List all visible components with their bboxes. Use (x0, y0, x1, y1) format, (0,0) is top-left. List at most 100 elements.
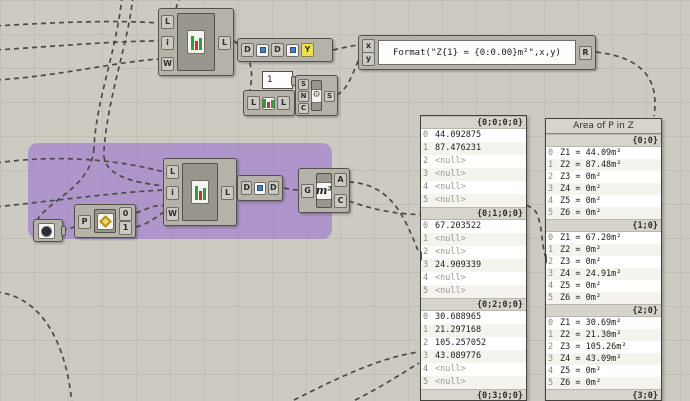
wire[interactable] (135, 204, 165, 214)
domain-component-group[interactable]: D D (237, 175, 283, 201)
panel-row: 2 Z3 = 0m² (546, 256, 661, 268)
area-component[interactable]: G m² A C (298, 168, 350, 213)
panel-body: {0;0;0;0} 0 44.092875 1 87.476231 2 <null> 3 <nu… (421, 116, 526, 400)
panel-row: 5 <null> (421, 376, 526, 389)
output-1[interactable]: 1 (119, 221, 132, 235)
list-item-component-top[interactable]: L i W L (158, 8, 234, 76)
panel-row: 4 <null> (421, 181, 526, 194)
panel-row: 3 <null> (421, 168, 526, 181)
wire[interactable] (0, 58, 160, 81)
y-flag[interactable]: Y (301, 43, 314, 57)
input-y[interactable]: y (362, 52, 375, 66)
wire[interactable] (135, 211, 165, 228)
panel-row: 2 <null> (421, 155, 526, 168)
panel-row: 0 67.203522 (421, 220, 526, 233)
number-panel[interactable]: 1 (262, 71, 296, 89)
format-component[interactable]: x y Format("Z{1} = {0:0.00}m²",x,y) R (358, 35, 596, 70)
wire[interactable] (595, 51, 656, 117)
panel-row: 3 24.909339 (421, 259, 526, 272)
area-icon: m² (316, 173, 332, 208)
wire[interactable] (0, 157, 165, 173)
data-panel-raw-values[interactable]: {0;0;0;0} 0 44.092875 1 87.476231 2 <null> 3 <nu… (420, 115, 527, 401)
data-panel-area-of-p-in-z[interactable]: Area of P in Z {0;0} 0 Z1 = 44.09m² 1 Z2 = 8… (545, 118, 662, 401)
input-l[interactable]: L (247, 96, 260, 110)
input-w[interactable]: W (166, 207, 179, 221)
panel-row: 3 Z4 = 24.91m² (546, 268, 661, 280)
wire[interactable] (336, 58, 360, 96)
input-d[interactable]: D (241, 181, 253, 195)
output-c[interactable]: C (334, 194, 347, 208)
panel-row: 3 Z4 = 0m² (546, 183, 661, 195)
list-item-component-group[interactable]: L i W L (163, 158, 237, 226)
output-s[interactable]: S (324, 91, 335, 102)
input-w[interactable]: W (161, 57, 174, 71)
input-s[interactable]: S (298, 79, 309, 90)
format-expression[interactable]: Format("Z{1} = {0:0.00}m²",x,y) (378, 40, 576, 65)
number-value: 1 (267, 75, 273, 85)
panel-input-nub[interactable] (546, 254, 547, 264)
diamond-icon (94, 209, 116, 233)
output-nub[interactable] (61, 226, 66, 236)
output-l[interactable]: L (218, 36, 231, 50)
panel-title: Area of P in Z (546, 119, 661, 134)
domain-icon (254, 181, 266, 195)
panel-row: 2 Z3 = 105.26m² (546, 341, 661, 353)
dispatch-component[interactable]: P 0 1 (74, 204, 136, 238)
panel-row: 2 105.257052 (421, 337, 526, 350)
panel-row: 1 Z2 = 87.48m² (546, 159, 661, 171)
panel-input-nub[interactable] (421, 251, 422, 261)
input-g[interactable]: G (301, 184, 314, 198)
wire[interactable] (0, 40, 160, 51)
output-0[interactable]: 0 (119, 207, 132, 221)
panel-row: 4 <null> (421, 272, 526, 285)
input-c[interactable]: C (298, 103, 309, 114)
output-l[interactable]: L (277, 96, 290, 110)
panel-row: 4 Z5 = 0m² (546, 195, 661, 207)
sorter-icon: ⚙ (311, 80, 322, 111)
panel-row: 0 30.688965 (421, 311, 526, 324)
input-n[interactable]: N (298, 91, 309, 102)
input-d[interactable]: D (241, 43, 254, 57)
geometry-param-component[interactable] (33, 219, 66, 242)
panel-row: 1 Z2 = 0m² (546, 244, 661, 256)
data-path-band: {0;0;0;0} (421, 116, 526, 129)
input-i[interactable]: i (161, 36, 174, 50)
output-d[interactable]: D (271, 43, 284, 57)
domain-icon (256, 43, 269, 57)
wire[interactable] (0, 20, 160, 27)
panel-row: 0 Z1 = 67.20m² (546, 232, 661, 244)
panel-row: 2 <null> (421, 246, 526, 259)
sphere-icon (38, 223, 55, 239)
panel-row: 1 21.297168 (421, 324, 526, 337)
input-p[interactable]: P (78, 215, 91, 229)
input-i[interactable]: i (166, 186, 179, 200)
output-d[interactable]: D (267, 181, 279, 195)
input-l[interactable]: L (166, 165, 179, 179)
wire[interactable] (348, 181, 420, 254)
data-path-band: {0;1;0;0} (421, 207, 526, 220)
domain-component-top[interactable]: D D Y (237, 38, 333, 62)
panel-row: 5 Z6 = 0m² (546, 207, 661, 219)
output-a[interactable]: A (334, 173, 347, 187)
output-l[interactable]: L (221, 186, 234, 200)
data-path-band: {2;0} (546, 304, 661, 317)
output-r[interactable]: R (579, 46, 592, 60)
wire[interactable] (0, 291, 73, 401)
wire[interactable] (332, 44, 360, 51)
panel-row: 4 Z5 = 0m² (546, 280, 661, 292)
wire[interactable] (103, 0, 165, 187)
panel-body: {0;0} 0 Z1 = 44.09m² 1 Z2 = 87.48m² 2 Z3 = 0m²… (546, 134, 661, 400)
panel-row: 5 Z6 = 0m² (546, 377, 661, 389)
panel-row: 3 43.089776 (421, 350, 526, 363)
snc-component[interactable]: S N C ⚙ S (295, 75, 338, 116)
input-x[interactable]: x (362, 39, 375, 53)
wire[interactable] (347, 362, 420, 401)
panel-row: 5 <null> (421, 194, 526, 207)
wire[interactable] (286, 351, 420, 401)
panel-row: 0 Z1 = 44.09m² (546, 147, 661, 159)
input-l[interactable]: L (161, 15, 174, 29)
panel-row: 0 Z1 = 30.69m² (546, 317, 661, 329)
panel-row: 5 <null> (421, 285, 526, 298)
list-pair-component[interactable]: L L (243, 90, 295, 116)
wire[interactable] (283, 187, 300, 191)
